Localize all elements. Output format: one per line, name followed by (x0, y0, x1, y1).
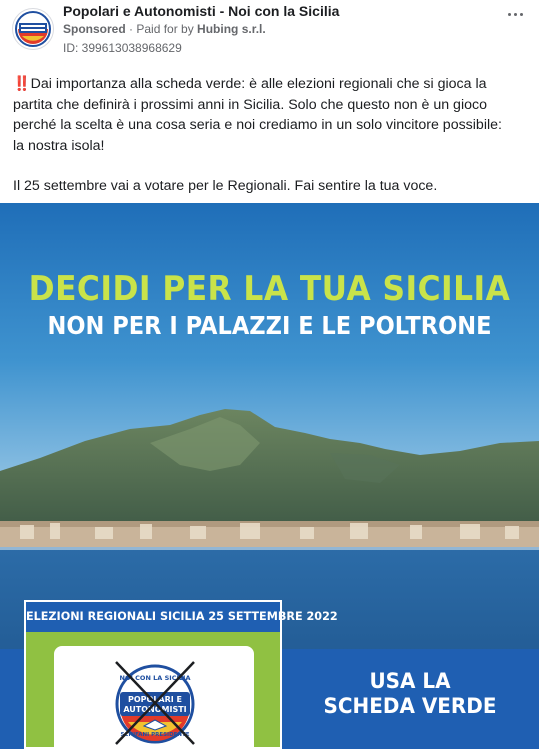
headline-primary: DECIDI PER LA TUA SICILIA (28, 269, 511, 309)
cta-line: SCHEDA VERDE (323, 694, 497, 718)
ellipsis-icon (513, 12, 517, 16)
meta-separator: · (125, 22, 137, 36)
sponsor-line: Sponsored · Paid for by Hubing s.r.l. (63, 22, 266, 36)
post-paragraph: ‼️Dai importanza alla scheda verde: è al… (13, 76, 502, 154)
logo-bottom-text: SCHIFANI PRESIDENTE (120, 732, 189, 738)
page-name-link[interactable]: Popolari e Autonomisti - Noi con la Sici… (63, 3, 339, 19)
logo-main-2: AUTONOMISTI (123, 705, 186, 714)
party-logo-icon (15, 11, 51, 47)
ad-id: ID: 399613038968629 (63, 41, 182, 55)
party-logo-crossed-icon: POPOLARI E AUTONOMISTI NOI CON LA SICILI… (115, 661, 195, 745)
ellipsis-icon (507, 12, 511, 16)
cta-line: USA LA (369, 669, 451, 693)
more-options-button[interactable] (503, 4, 527, 24)
post-text: ‼️Dai importanza alla scheda verde: è al… (13, 74, 513, 197)
ellipsis-icon (519, 12, 523, 16)
post-paragraph: Il 25 settembre vai a votare per le Regi… (13, 178, 438, 194)
sponsored-label: Sponsored (63, 22, 126, 36)
cta-text: USA LA SCHEDA VERDE (306, 669, 515, 719)
ballot-header: ELEZIONI REGIONALI SICILIA 25 SETTEMBRE … (26, 602, 338, 632)
headline-secondary: NON PER I PALAZZI E LE POLTRONE (47, 311, 492, 340)
paid-for-prefix: Paid for by (136, 22, 198, 36)
ad-post-card: Popolari e Autonomisti - Noi con la Sici… (0, 0, 539, 749)
green-ballot-card: ELEZIONI REGIONALI SICILIA 25 SETTEMBRE … (24, 600, 338, 749)
post-header: Popolari e Autonomisti - Noi con la Sici… (0, 0, 539, 64)
page-avatar[interactable] (12, 8, 54, 50)
ballot-inner-panel: POPOLARI E AUTONOMISTI NOI CON LA SICILI… (54, 646, 254, 749)
payer-name: Hubing s.r.l. (197, 22, 266, 36)
ad-creative-image[interactable]: DECIDI PER LA TUA SICILIA NON PER I PALA… (0, 203, 539, 749)
